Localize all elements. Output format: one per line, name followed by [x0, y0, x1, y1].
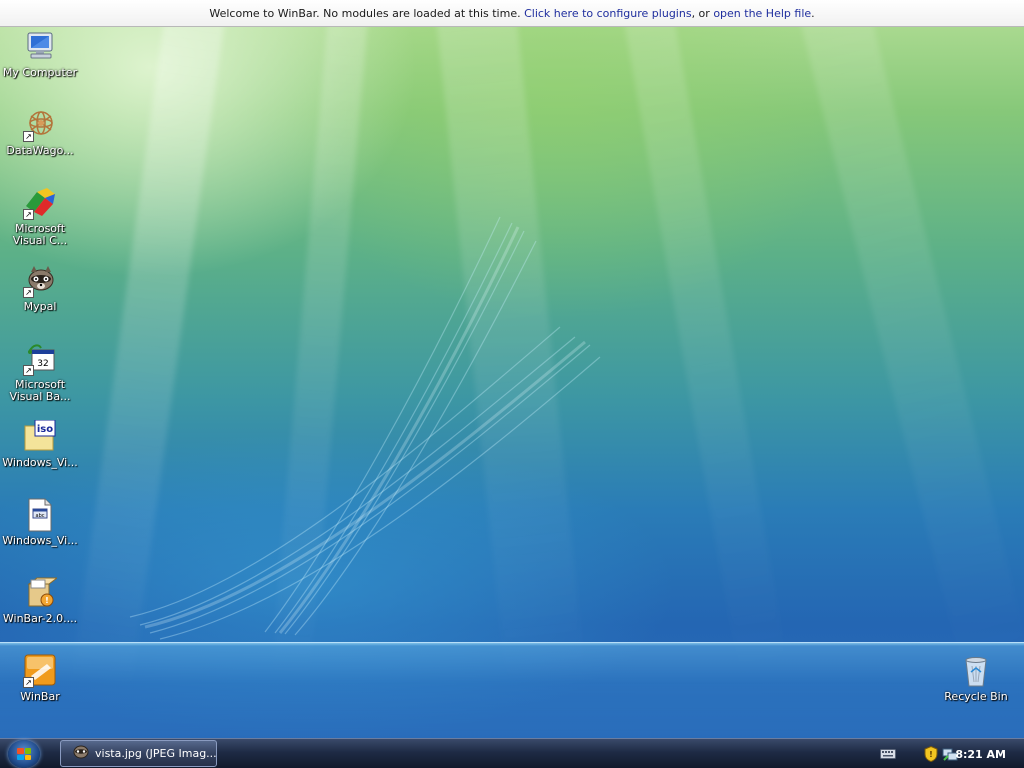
winbar-notice-bar: Welcome to WinBar. No modules are loaded…: [0, 0, 1024, 27]
shortcut-arrow-icon: ↗: [23, 365, 34, 376]
desktop[interactable]: My Computer ↗ DataWago... ↗ Microsoft Vi…: [0, 27, 1024, 738]
svg-text:32: 32: [37, 359, 48, 369]
iso-file-icon: iso: [23, 419, 57, 454]
datawagon-icon: ↗: [23, 108, 57, 142]
svg-text:iso: iso: [37, 424, 53, 435]
icon-label: Windows_Vi...: [2, 534, 78, 547]
taskbar: vista.jpg (JPEG Imag... ! 8:21 AM: [0, 738, 1024, 768]
taskbar-button-label: vista.jpg (JPEG Imag...: [95, 747, 217, 760]
mypal-icon: ↗: [23, 264, 57, 298]
winbar-separator: , or: [691, 6, 710, 20]
start-button[interactable]: [8, 740, 40, 768]
system-tray: ! 8:21 AM: [870, 741, 1020, 766]
keyboard-icon[interactable]: [880, 749, 896, 762]
desktop-icon-winbar[interactable]: ↗ WinBar: [1, 654, 79, 703]
shortcut-arrow-icon: ↗: [23, 131, 34, 142]
taskbar-clock[interactable]: 8:21 AM: [955, 748, 1006, 761]
icon-label: Windows_Vi...: [2, 456, 78, 469]
svg-text:abc: abc: [36, 513, 45, 519]
svg-text:!: !: [45, 596, 49, 605]
wallpaper-horizon: [0, 642, 1024, 738]
icon-label: Mypal: [23, 300, 57, 313]
icon-label: Recycle Bin: [944, 690, 1008, 703]
text-file-icon: abc: [23, 498, 57, 532]
icon-label: DataWago...: [6, 144, 74, 157]
svg-text:!: !: [929, 750, 933, 759]
winbar-end: .: [811, 6, 815, 20]
help-file-link[interactable]: open the Help file: [713, 7, 811, 20]
visual-cpp-icon: ↗: [23, 186, 57, 220]
recycle-bin-icon: [959, 654, 993, 688]
desktop-icon-visual-cpp[interactable]: ↗ Microsoft Visual C...: [1, 186, 79, 247]
icon-label: Microsoft Visual Ba...: [9, 378, 71, 403]
configure-plugins-link[interactable]: Click here to configure plugins: [524, 7, 691, 20]
wallpaper-swoosh: [129, 216, 601, 640]
icon-label: My Computer: [2, 66, 78, 79]
icon-label: Microsoft Visual C...: [12, 222, 68, 247]
desktop-icon-windows-text[interactable]: abc Windows_Vi...: [1, 498, 79, 547]
shortcut-arrow-icon: ↗: [23, 287, 34, 298]
desktop-icon-recycle-bin[interactable]: Recycle Bin: [937, 654, 1015, 703]
winbar-icon: ↗: [23, 654, 57, 688]
desktop-icon-mypal[interactable]: ↗ Mypal: [1, 264, 79, 313]
desktop-icon-my-computer[interactable]: My Computer: [1, 30, 79, 79]
security-shield-icon[interactable]: !: [924, 745, 938, 765]
shortcut-arrow-icon: ↗: [23, 677, 34, 688]
desktop-icon-datawagon[interactable]: ↗ DataWago...: [1, 108, 79, 157]
windows-logo-icon: [17, 748, 31, 760]
icon-label: WinBar: [20, 690, 60, 703]
winbar-message: Welcome to WinBar. No modules are loaded…: [209, 6, 521, 20]
desktop-icon-winbar-installer[interactable]: ! WinBar-2.0....: [1, 576, 79, 625]
desktop-icon-visual-basic[interactable]: 32 ↗ Microsoft Visual Ba...: [1, 342, 79, 403]
computer-icon: [23, 30, 57, 64]
shortcut-arrow-icon: ↗: [23, 209, 34, 220]
icon-label: WinBar-2.0....: [2, 612, 78, 625]
desktop-icon-windows-iso[interactable]: iso Windows_Vi...: [1, 419, 79, 469]
installer-icon: !: [23, 576, 59, 610]
image-viewer-icon: [73, 745, 89, 762]
visual-basic-icon: 32 ↗: [23, 342, 57, 376]
taskbar-button-vista-jpg[interactable]: vista.jpg (JPEG Imag...: [60, 740, 217, 767]
